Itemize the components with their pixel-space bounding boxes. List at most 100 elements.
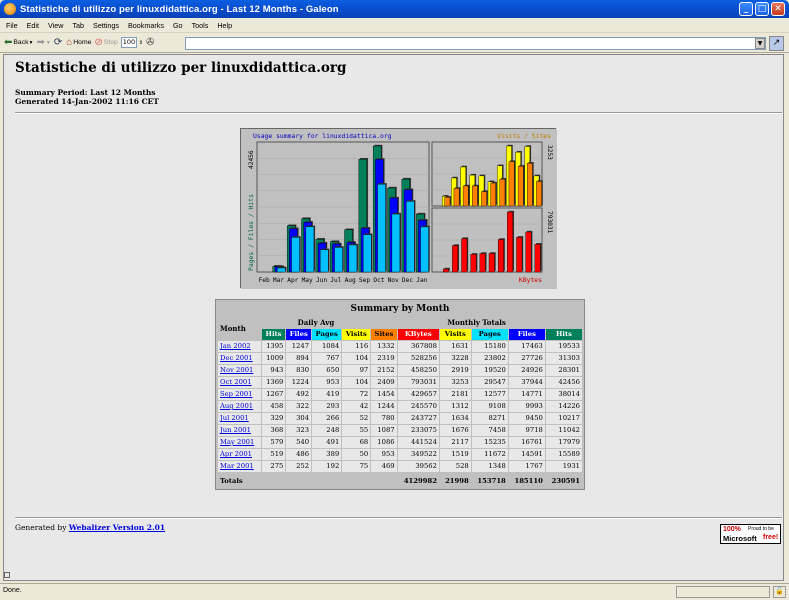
zoom-spinner[interactable]: 100 [120,37,137,48]
value-cell: 519 [261,449,286,460]
month-cell: Jul 2001 [218,413,261,424]
value-cell: 75 [342,461,371,472]
menu-view[interactable]: View [48,21,63,30]
monthly-col-header: Sites [371,329,397,340]
left-axis-max: 42456 [248,150,255,169]
footer-divider [15,517,782,519]
value-cell: 1519 [439,449,471,460]
status-text: Done. [3,587,22,594]
back-button[interactable]: ⬅ Back ▼ [4,37,33,48]
x-tick-label: Aug [345,277,356,284]
badge-percent: 100% [723,526,741,533]
close-button[interactable]: ✕ [771,2,785,16]
home-icon: ⌂ [66,37,73,48]
page-corner-marker [4,572,10,578]
value-cell: 323 [286,425,312,436]
stop-label: Stop [103,39,118,46]
webalizer-link[interactable]: Webalizer Version 2.01 [69,523,165,532]
pages-bar [406,201,415,273]
value-cell: 9993 [508,401,545,412]
back-arrow-icon: ⬅ [4,37,13,48]
window-title: Statistiche di utilizzo per linuxdidatti… [20,3,339,15]
menu-help[interactable]: Help [217,21,232,30]
menu-bar: File Edit View Tab Settings Bookmarks Go… [0,18,789,33]
month-link[interactable]: Jul 2001 [220,414,249,422]
generated-date: Generated 14-Jan-2002 11:16 CET [15,97,159,106]
month-link[interactable]: Jan 2002 [220,342,251,350]
minimize-button[interactable]: _ [739,2,753,16]
table-row: Apr 2001 519 486 389 50 953 349522 1519 11672 145… [218,449,582,460]
reload-button[interactable]: ⟳ [54,37,63,48]
forward-arrow-icon: ➡ [36,37,45,48]
home-button[interactable]: ⌂ Home [66,37,91,48]
menu-settings[interactable]: Settings [93,21,119,30]
url-history-dropdown[interactable]: ▼ [755,38,765,49]
menu-bookmarks[interactable]: Bookmarks [128,21,164,30]
usage-chart-svg: Feb Mar Apr May Jun Jul Aug Sep Oct Nov Dec Jan Usag… [241,129,557,289]
go-button[interactable]: ↗ [769,36,784,51]
value-cell: 349522 [397,449,439,460]
x-tick-label: Sep [359,277,370,284]
month-link[interactable]: Jun 2001 [220,426,251,434]
x-tick-label: Oct [373,277,384,284]
menu-tools[interactable]: Tools [192,21,209,30]
zoom-stepper[interactable]: ⇕ [139,40,143,46]
menu-go[interactable]: Go [173,21,183,30]
kbytes-bar [442,268,449,273]
value-cell: 55 [342,425,371,436]
chevron-down-icon[interactable]: ▼ [46,40,51,46]
month-link[interactable]: Aug 2001 [220,402,253,410]
value-cell: 37944 [508,377,545,388]
daily-col-header: Hits [261,329,286,340]
month-link[interactable]: Mar 2001 [220,462,254,470]
value-cell: 14771 [508,389,545,400]
microsoft-free-badge[interactable]: 100% Proud to be Microsoft free! [720,524,781,544]
kbytes-bar [479,253,486,273]
value-cell: 31303 [545,353,582,364]
value-cell: 2919 [439,365,471,376]
table-row: Aug 2001 458 322 293 42 1244 245570 1312 9108 999… [218,401,582,412]
menu-edit[interactable]: Edit [27,21,39,30]
month-link[interactable]: May 2001 [220,438,254,446]
value-cell: 39562 [397,461,439,472]
value-cell: 2181 [439,389,471,400]
totals-cell: 21998 [439,476,471,487]
value-cell: 767 [312,353,342,364]
month-link[interactable]: Apr 2001 [220,450,252,458]
sites-bar [444,197,451,207]
monthly-col-header: Pages [471,329,508,340]
stepper-icon: ⇕ [138,39,143,46]
maximize-button[interactable]: □ [755,2,769,16]
menu-tab[interactable]: Tab [72,21,84,30]
value-cell: 16761 [508,437,545,448]
forward-button[interactable]: ➡ ▼ [36,37,50,48]
value-cell: 24926 [508,365,545,376]
month-link[interactable]: Sep 2001 [220,390,253,398]
month-link[interactable]: Nov 2001 [220,366,253,374]
home-label: Home [73,39,92,46]
value-cell: 1454 [371,389,397,400]
month-link[interactable]: Oct 2001 [220,378,252,386]
pages-bar [320,249,329,273]
value-cell: 23802 [471,353,508,364]
monthly-col-header: Visits [439,329,471,340]
monthly-totals-header: Monthly Totals [371,317,582,328]
pages-bar [291,237,300,273]
totals-cell: 185110 [508,476,545,487]
header-divider [15,112,782,114]
chart-title: Usage summary for linuxdidattica.org [253,132,392,140]
value-cell: 528 [439,461,471,472]
menu-file[interactable]: File [6,21,18,30]
kbytes-bar [534,243,541,273]
value-cell: 9450 [508,413,545,424]
monthly-col-header: KBytes [397,329,439,340]
url-input[interactable] [185,37,766,50]
chevron-down-icon[interactable]: ▼ [29,40,34,46]
value-cell: 780 [371,413,397,424]
table-row: Nov 2001 943 830 650 97 2152 458250 2919 19520 24… [218,365,582,376]
month-cell: Mar 2001 [218,461,261,472]
value-cell: 243727 [397,413,439,424]
month-link[interactable]: Dec 2001 [220,354,253,362]
value-cell: 469 [371,461,397,472]
stop-button[interactable]: ⊘ Stop [94,37,117,48]
